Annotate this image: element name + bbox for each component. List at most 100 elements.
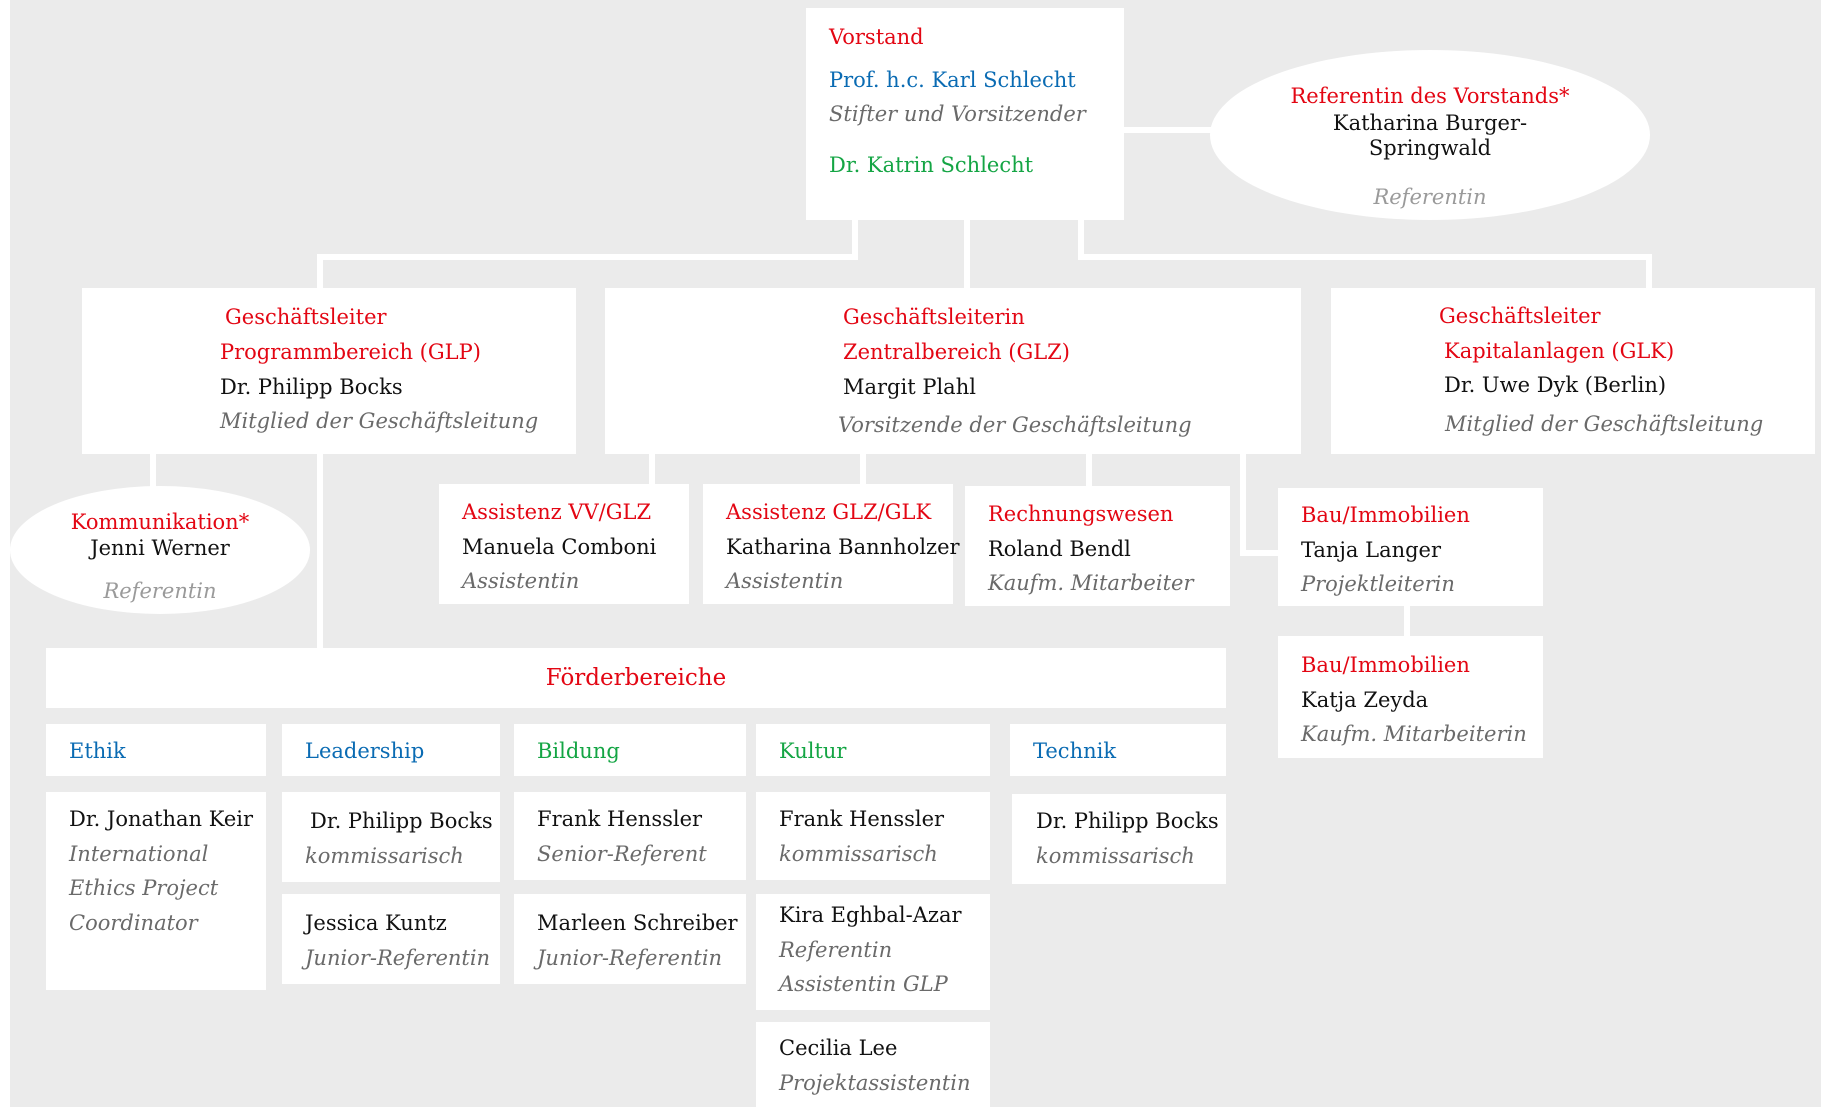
referentin-vorstand-title: Referentin des Vorstands* bbox=[1290, 84, 1570, 108]
assistenz-glz-name: Katharina Bannholzer bbox=[726, 535, 960, 559]
vorstand-member-name: Prof. h.c. Karl Schlecht bbox=[829, 68, 1076, 92]
glk-role: Mitglied der Geschäftsleitung bbox=[1445, 412, 1764, 436]
area-label: Ethik bbox=[69, 739, 126, 763]
glp-title: Geschäftsleiter bbox=[225, 305, 387, 329]
connector-line bbox=[964, 218, 970, 290]
kultur-person-box: Cecilia Lee Projektassistentin bbox=[756, 1022, 990, 1107]
glk-title: Kapitalanlagen (GLK) bbox=[1444, 339, 1675, 363]
vorstand-title: Vorstand bbox=[829, 25, 924, 49]
glk-box: Geschäftsleiter Kapitalanlagen (GLK) Dr.… bbox=[1331, 288, 1815, 454]
person-name: Dr. Philipp Bocks bbox=[310, 809, 493, 833]
vorstand-member-name: Dr. Katrin Schlecht bbox=[829, 153, 1034, 177]
person-role: kommissarisch bbox=[305, 844, 464, 868]
assistenz-vv-box: Assistenz VV/GLZ Manuela Comboni Assiste… bbox=[439, 484, 689, 604]
person-name: Dr. Philipp Bocks bbox=[1036, 809, 1219, 833]
bildung-person-box: Marleen Schreiber Junior-Referentin bbox=[514, 894, 746, 984]
connector-line bbox=[1646, 254, 1652, 290]
assistenz-vv-title: Assistenz VV/GLZ bbox=[462, 500, 652, 524]
leadership-person-box: Dr. Philipp Bocks kommissarisch bbox=[282, 792, 500, 882]
bau-immobilien-role: Projektleiterin bbox=[1301, 572, 1455, 596]
person-name: Dr. Jonathan Keir bbox=[69, 807, 254, 831]
bau-immobilien-role: Kaufm. Mitarbeiterin bbox=[1301, 722, 1527, 746]
area-header-leadership: Leadership bbox=[282, 724, 500, 776]
vorstand-member-role: Stifter und Vorsitzender bbox=[829, 102, 1086, 126]
area-label: Leadership bbox=[305, 739, 425, 763]
referentin-vorstand-name: Katharina Burger- bbox=[1332, 111, 1528, 135]
person-name: Frank Henssler bbox=[779, 807, 945, 831]
foerderbereiche-title: Förderbereiche bbox=[545, 665, 727, 691]
connector-line bbox=[1086, 452, 1092, 486]
kommunikation-title: Kommunikation* bbox=[70, 510, 250, 534]
person-role: Junior-Referentin bbox=[305, 946, 491, 970]
connector-line bbox=[860, 452, 866, 486]
kultur-person-box: Kira Eghbal-Azar Referentin Assistentin … bbox=[756, 894, 990, 1010]
assistenz-glz-role: Assistentin bbox=[726, 569, 844, 593]
area-header-kultur: Kultur bbox=[756, 724, 990, 776]
assistenz-glz-box: Assistenz GLZ/GLK Katharina Bannholzer A… bbox=[703, 484, 960, 604]
connector-line bbox=[1404, 604, 1410, 638]
area-header-ethik: Ethik bbox=[46, 724, 266, 776]
person-role: Ethics Project bbox=[69, 876, 219, 900]
connector-line bbox=[1078, 254, 1652, 260]
bau-immobilien-title: Bau/Immobilien bbox=[1301, 653, 1470, 677]
glz-title: Zentralbereich (GLZ) bbox=[843, 340, 1070, 364]
person-name: Jessica Kuntz bbox=[305, 911, 447, 935]
referentin-vorstand-role: Referentin bbox=[1373, 185, 1487, 209]
person-role: kommissarisch bbox=[1036, 844, 1195, 868]
glp-name: Dr. Philipp Bocks bbox=[220, 375, 403, 399]
connector-line bbox=[1122, 127, 1212, 133]
person-role: Junior-Referentin bbox=[537, 946, 723, 970]
org-chart: Vorstand Prof. h.c. Karl Schlecht Stifte… bbox=[0, 0, 1821, 1107]
person-role: Senior-Referent bbox=[537, 842, 707, 866]
rechnungswesen-role: Kaufm. Mitarbeiter bbox=[988, 571, 1194, 595]
kultur-person-box: Frank Henssler kommissarisch bbox=[756, 792, 990, 880]
person-role: Projektassistentin bbox=[779, 1071, 971, 1095]
bau-immobilien-box: Bau/Immobilien Tanja Langer Projektleite… bbox=[1278, 488, 1543, 606]
connector-line bbox=[649, 452, 655, 486]
assistenz-vv-name: Manuela Comboni bbox=[462, 535, 657, 559]
rechnungswesen-title: Rechnungswesen bbox=[988, 502, 1174, 526]
connector-line bbox=[150, 452, 156, 488]
bau-immobilien-title: Bau/Immobilien bbox=[1301, 503, 1470, 527]
foerderbereiche-header: Förderbereiche bbox=[46, 648, 1226, 708]
rechnungswesen-box: Rechnungswesen Roland Bendl Kaufm. Mitar… bbox=[965, 486, 1230, 606]
glz-title: Geschäftsleiterin bbox=[843, 305, 1025, 329]
person-role: Referentin bbox=[779, 938, 893, 962]
connector-line bbox=[317, 254, 858, 260]
glk-title: Geschäftsleiter bbox=[1439, 304, 1601, 328]
connector-line bbox=[1240, 452, 1246, 554]
person-name: Cecilia Lee bbox=[779, 1036, 898, 1060]
glz-name: Margit Plahl bbox=[843, 375, 976, 399]
person-name: Kira Eghbal-Azar bbox=[779, 903, 962, 927]
ethik-person-box: Dr. Jonathan Keir International Ethics P… bbox=[46, 792, 266, 990]
area-label: Kultur bbox=[779, 739, 847, 763]
person-role: kommissarisch bbox=[779, 842, 938, 866]
glz-box: Geschäftsleiterin Zentralbereich (GLZ) M… bbox=[605, 288, 1301, 454]
person-role: Coordinator bbox=[69, 911, 198, 935]
kommunikation-role: Referentin bbox=[103, 579, 217, 603]
person-name: Marleen Schreiber bbox=[537, 911, 738, 935]
glp-role: Mitglied der Geschäftsleitung bbox=[220, 409, 539, 433]
area-header-bildung: Bildung bbox=[514, 724, 746, 776]
bau-immobilien-name: Katja Zeyda bbox=[1301, 688, 1429, 712]
bildung-person-box: Frank Henssler Senior-Referent bbox=[514, 792, 746, 880]
glp-title: Programmbereich (GLP) bbox=[220, 340, 481, 364]
connector-line bbox=[317, 452, 323, 650]
connector-line bbox=[1240, 550, 1280, 556]
assistenz-vv-role: Assistentin bbox=[462, 569, 580, 593]
technik-person-box: Dr. Philipp Bocks kommissarisch bbox=[1012, 794, 1226, 884]
person-role: Assistentin GLP bbox=[779, 972, 948, 996]
kommunikation-ellipse: Kommunikation* Jenni Werner Referentin bbox=[10, 486, 310, 614]
referentin-vorstand-name: Springwald bbox=[1368, 136, 1492, 160]
rechnungswesen-name: Roland Bendl bbox=[988, 537, 1131, 561]
connector-line bbox=[317, 254, 323, 290]
person-name: Frank Henssler bbox=[537, 807, 703, 831]
bau-immobilien-box: Bau/Immobilien Katja Zeyda Kaufm. Mitarb… bbox=[1278, 636, 1543, 758]
connector-line bbox=[1078, 218, 1084, 258]
kommunikation-name: Jenni Werner bbox=[90, 536, 230, 560]
connector-line bbox=[852, 218, 858, 258]
bau-immobilien-name: Tanja Langer bbox=[1301, 538, 1442, 562]
area-label: Technik bbox=[1033, 739, 1117, 763]
leadership-person-box: Jessica Kuntz Junior-Referentin bbox=[282, 894, 500, 984]
area-label: Bildung bbox=[537, 739, 620, 763]
